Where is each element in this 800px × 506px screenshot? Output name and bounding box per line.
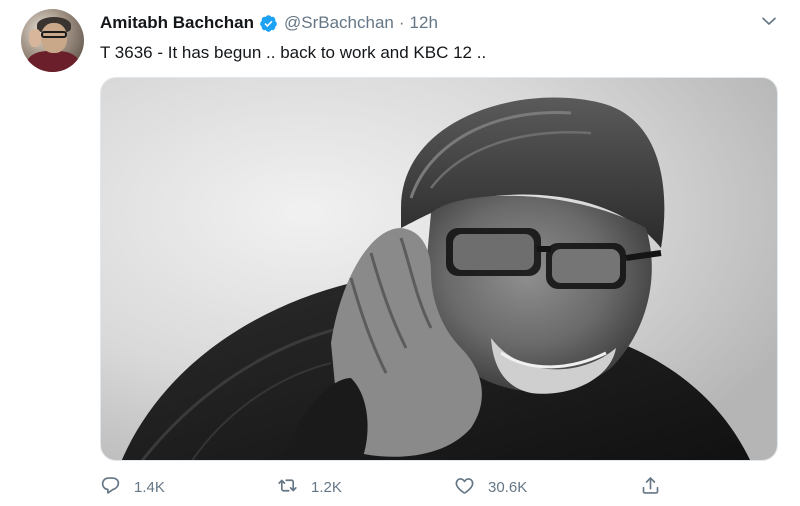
heart-icon [454, 475, 475, 500]
portrait-illustration [101, 78, 777, 460]
separator-dot: · [398, 13, 405, 32]
avatar[interactable] [21, 9, 84, 72]
avatar-glasses [41, 31, 67, 38]
tweet-photo[interactable] [100, 77, 778, 461]
author-name[interactable]: Amitabh Bachchan [100, 13, 254, 33]
tweet[interactable]: Amitabh Bachchan @SrBachchan · 12h T 363… [0, 0, 800, 506]
avatar-body [27, 51, 79, 72]
tweet-header: Amitabh Bachchan @SrBachchan · 12h [100, 12, 438, 34]
tweet-text: T 3636 - It has begun .. back to work an… [100, 43, 487, 62]
share-icon [640, 475, 661, 500]
retweet-icon [277, 475, 298, 500]
like-button[interactable]: 30.6K [454, 475, 527, 499]
retweet-count: 1.2K [311, 478, 342, 496]
tweet-actions: 1.4K 1.2K 30.6K [100, 475, 700, 499]
avatar-hand [29, 29, 41, 47]
author-handle[interactable]: @SrBachchan [284, 13, 394, 33]
chevron-down-icon[interactable] [760, 12, 778, 30]
verified-badge-icon [259, 14, 278, 33]
like-count: 30.6K [488, 478, 528, 496]
retweet-button[interactable]: 1.2K [277, 475, 342, 499]
reply-count: 1.4K [134, 478, 165, 496]
avatar-face [41, 23, 67, 53]
reply-icon [100, 475, 121, 500]
tweet-timestamp[interactable]: 12h [410, 13, 438, 33]
share-button[interactable] [640, 475, 661, 499]
reply-button[interactable]: 1.4K [100, 475, 165, 499]
